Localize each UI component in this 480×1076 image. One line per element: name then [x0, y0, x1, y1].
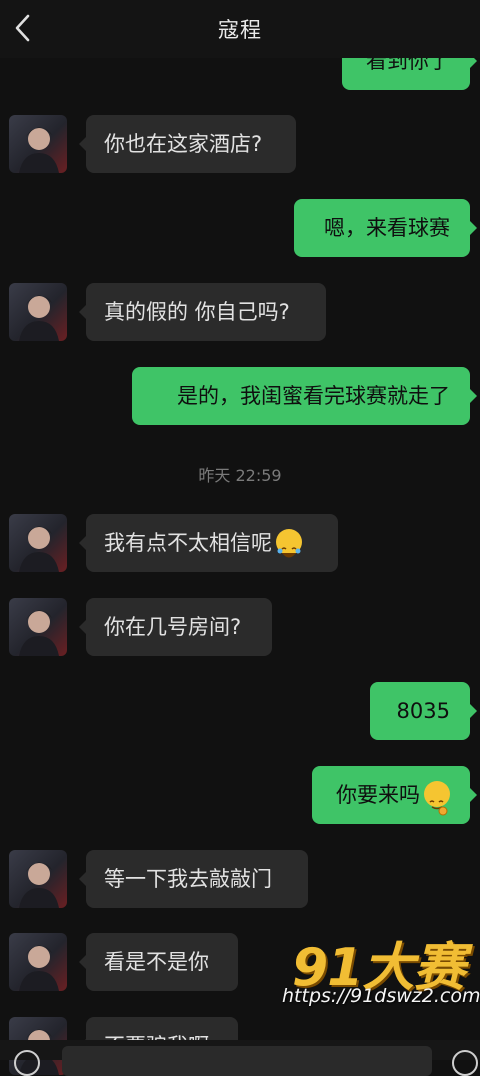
- contact-avatar[interactable]: [9, 598, 67, 656]
- voice-input-icon[interactable]: [14, 1050, 40, 1076]
- shy-smile-emoji-icon: [424, 781, 450, 816]
- message-input[interactable]: [62, 1046, 432, 1076]
- more-options-icon[interactable]: [452, 1050, 478, 1076]
- contact-avatar[interactable]: [9, 933, 67, 991]
- message-text: 你要来吗: [336, 783, 420, 807]
- message-bubble-incoming[interactable]: 你在几号房间?: [79, 598, 272, 656]
- contact-avatar[interactable]: [9, 850, 67, 908]
- message-bubble-incoming[interactable]: 我有点不太相信呢: [79, 514, 338, 572]
- message-bubble-outgoing[interactable]: 嗯，来看球赛: [294, 199, 477, 257]
- chat-header: 寇程: [0, 0, 480, 58]
- contact-avatar[interactable]: [9, 514, 67, 572]
- message-bubble-outgoing[interactable]: 8035: [370, 682, 477, 740]
- contact-avatar[interactable]: [9, 283, 67, 341]
- message-bubble-incoming[interactable]: 等一下我去敲敲门: [79, 850, 308, 908]
- message-bubble-incoming[interactable]: 看是不是你: [79, 933, 238, 991]
- chat-title: 寇程: [218, 18, 262, 42]
- chat-area: 看到你了 你也在这家酒店? 嗯，来看球赛 真的假的 你自己吗? 是的，我闺蜜看完…: [0, 0, 480, 1075]
- message-bubble-incoming[interactable]: 真的假的 你自己吗?: [79, 283, 326, 341]
- message-bubble-incoming[interactable]: 你也在这家酒店?: [79, 115, 296, 173]
- message-bubble-outgoing[interactable]: 是的，我闺蜜看完球赛就走了: [132, 367, 477, 425]
- message-timestamp: 昨天 22:59: [198, 466, 282, 485]
- watermark: 91大赛 https://91dswz2.com: [282, 925, 480, 1025]
- watermark-url: https://91dswz2.com: [282, 985, 480, 1007]
- message-text: 我有点不太相信呢: [104, 531, 272, 555]
- laughing-emoji-icon: [276, 529, 302, 558]
- contact-avatar[interactable]: [9, 115, 67, 173]
- message-bubble-outgoing[interactable]: 你要来吗: [312, 766, 477, 824]
